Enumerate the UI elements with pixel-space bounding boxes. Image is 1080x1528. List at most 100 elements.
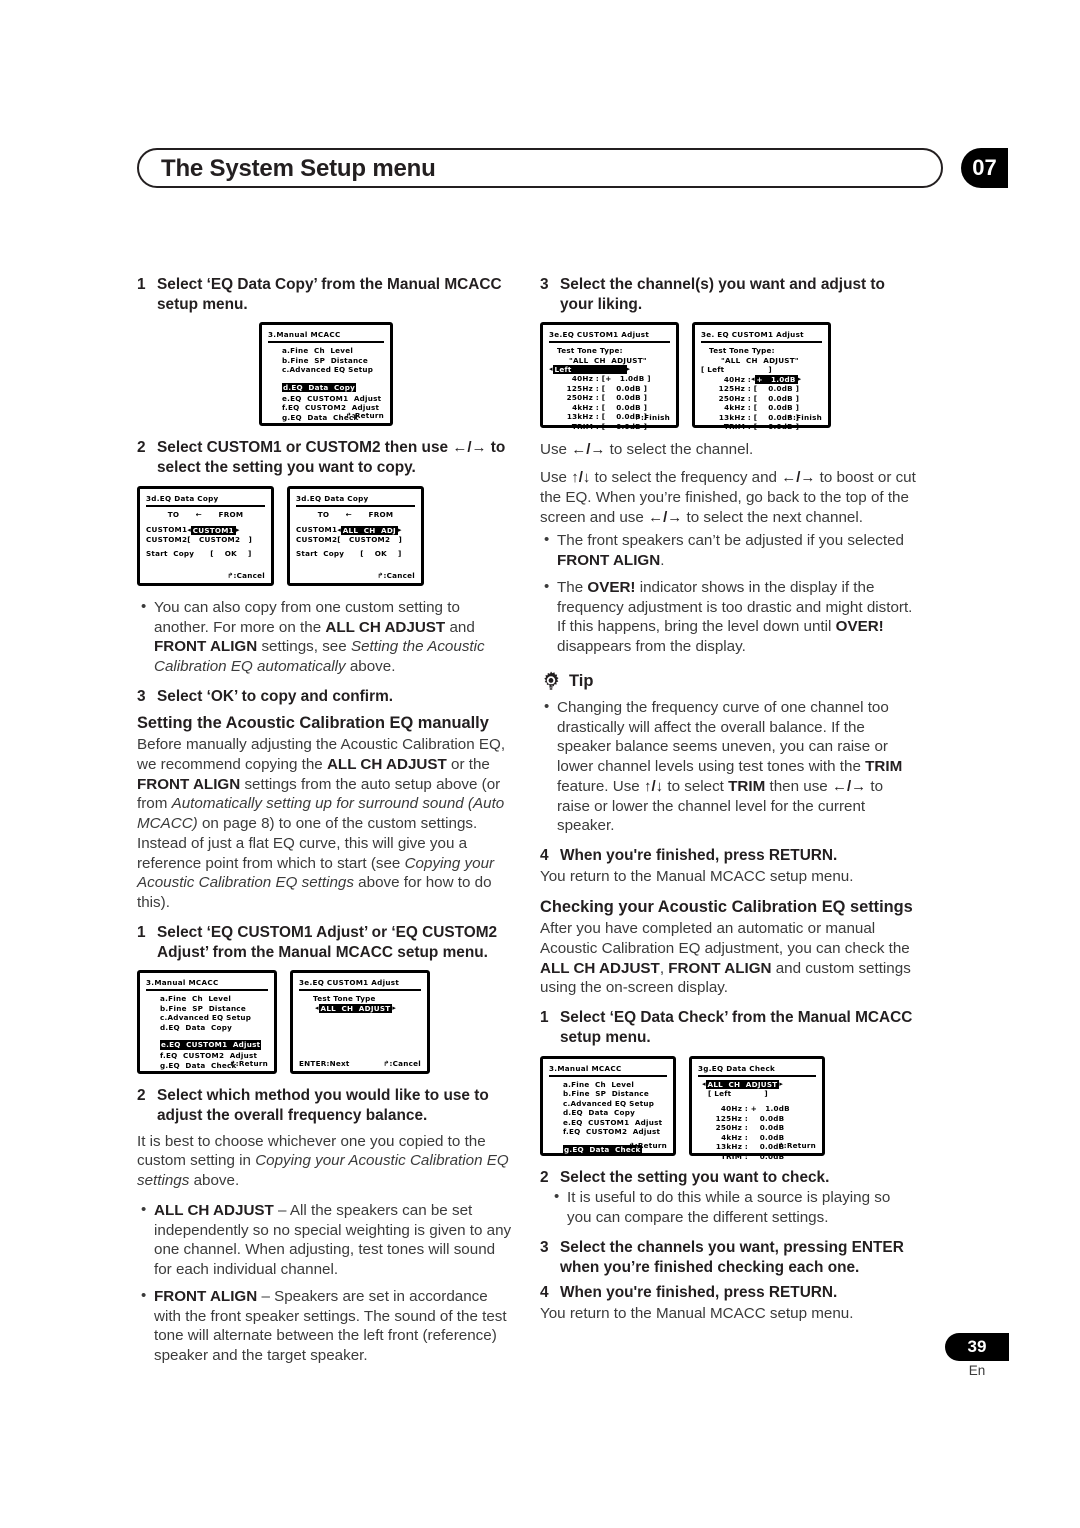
lcd-menu-item: b.Fine SP Distance <box>282 355 368 365</box>
right-column: 3 Select the channel(s) you want and adju… <box>540 275 918 1334</box>
step-number: 3 <box>540 276 549 293</box>
step-1-select-eq-custom-adjust: 1 Select ‘EQ CUSTOM1 Adjust’ or ‘EQ CUSTO… <box>137 923 515 962</box>
text: disappears from the display. <box>557 638 746 656</box>
step-number: 2 <box>137 439 146 457</box>
left-right-arrow-icon: ←/→ <box>831 777 867 795</box>
text: , <box>659 959 669 977</box>
step-text: Select the setting you want to check. <box>560 1168 830 1186</box>
lcd-footer-cancel: ↱:Cancel <box>377 570 415 580</box>
lcd-eq-row: 125Hz : [ 0.0dB ] <box>563 384 670 394</box>
figure-custom1-adjust-pair: 3.Manual MCACC a.Fine Ch Level b.Fine SP… <box>137 970 515 1075</box>
lcd-eq-freq: 13kHz : <box>715 1142 748 1152</box>
bullet-all-ch-adjust: ALL CH ADJUST – All the speakers can be … <box>137 1200 515 1280</box>
lcd-eq-freq: 4kHz : <box>572 402 599 412</box>
lcd-divider <box>296 504 415 507</box>
bullet-front-speakers-note: The front speakers can’t be adjusted if … <box>540 530 918 571</box>
lcd-row-custom2: CUSTOM2 [ CUSTOM2 ] <box>146 535 265 545</box>
text: and <box>445 618 475 636</box>
text: Changing the frequency curve of one chan… <box>557 698 889 776</box>
paragraph-choose-method: It is best to choose whichever one you c… <box>137 1132 515 1191</box>
lcd-eq-row: 250Hz : [ 0.0dB ] <box>563 393 670 403</box>
term-trim: TRIM <box>865 758 903 776</box>
term-front-align: FRONT ALIGN <box>668 959 772 977</box>
step-number: 3 <box>540 1238 549 1256</box>
lcd-row-label: Start Copy <box>146 549 195 559</box>
lcd-eq-row: TRIM : [ 0.0dB ] <box>563 422 670 432</box>
lcd-divider <box>268 341 384 344</box>
step-text: Select ‘EQ CUSTOM1 Adjust’ or ‘EQ CUSTOM… <box>157 923 498 961</box>
lcd-eq-value: 0.0dB <box>759 1151 785 1161</box>
term-front-align: FRONT ALIGN <box>154 638 258 656</box>
text: to select <box>663 777 729 795</box>
lcd-eq-value: [ 0.0dB ] <box>601 393 648 403</box>
page-header: The System Setup menu <box>137 148 943 188</box>
text: above. <box>345 658 396 676</box>
term-over-indicator: OVER! <box>835 618 884 636</box>
lcd-row-custom1: CUSTOM1 ◂ ALL CH ADJ ▸ <box>296 525 415 535</box>
lcd-eq-row: 4kHz : [ 0.0dB ] <box>563 403 670 413</box>
lcd-eq-value: [ 0.0dB ] <box>753 384 800 394</box>
step-text: Select the channels you want, pressing E… <box>560 1238 904 1276</box>
lcd-row-test-tone-value: ◂ ALL CH ADJUST ▸ <box>299 1003 421 1013</box>
term-front-align: FRONT ALIGN <box>154 1287 258 1305</box>
lcd-footer-return: ↱:Return <box>628 1140 667 1150</box>
left-right-arrow-icon: ←/→ <box>781 469 816 487</box>
bullet-list-methods: ALL CH ADJUST – All the speakers can be … <box>137 1200 515 1366</box>
lcd-eq-value: 0.0dB <box>759 1113 785 1123</box>
lcd-eq-value: [ 0.0dB ] <box>601 383 648 393</box>
heading-checking-eq-settings: Checking your Acoustic Calibration EQ se… <box>540 897 913 916</box>
lcd-eq-freq: 125Hz : <box>715 1113 748 1123</box>
lcd-eq-freq: 125Hz : <box>566 383 599 393</box>
lcd-divider <box>299 989 421 992</box>
lcd-eq-row: 250Hz : [ 0.0dB ] <box>715 394 822 404</box>
step-text: Select ‘EQ Data Copy’ from the Manual MC… <box>157 276 502 313</box>
step-number: 1 <box>137 276 146 293</box>
lcd-divider <box>549 341 670 344</box>
bullet-list-copy-note: You can also copy from one custom settin… <box>137 597 515 677</box>
lcd-eq-freq: 125Hz : <box>718 384 751 394</box>
lcd-eq-row: TRIM : 0.0dB <box>712 1152 816 1162</box>
lcd-eq-freq: 13kHz : <box>718 412 751 422</box>
lcd-eq-value: [ 0.0dB ] <box>601 402 648 412</box>
bullet-over-indicator-note: The OVER! indicator shows in the display… <box>540 577 918 657</box>
lcd-eq-value: [ 0.0dB ] <box>753 422 800 432</box>
lcd-screen-eq-custom1-adjust-channel: 3e.EQ CUSTOM1 Adjust Test Tone Type: "AL… <box>540 322 679 431</box>
lcd-channel: [ Left ] <box>708 1088 768 1098</box>
step-3-select-channels-enter: 3 Select the channels you want, pressing … <box>540 1238 918 1277</box>
lightbulb-icon <box>544 671 559 690</box>
text: After you have completed an automatic or… <box>540 920 910 957</box>
lcd-ok-value: [ OK ] <box>360 549 402 559</box>
term-front-align: FRONT ALIGN <box>557 552 661 570</box>
heading-setting-eq-manually: Setting the Acoustic Calibration EQ manu… <box>137 713 489 732</box>
lcd-eq-freq: 4kHz : <box>724 403 751 413</box>
lcd-eq-row: 4kHz : [ 0.0dB ] <box>715 403 822 413</box>
lcd-menu-item: a.Fine Ch Level <box>563 1079 635 1089</box>
step-text-a: Select CUSTOM1 or CUSTOM2 then use <box>157 439 453 457</box>
right-arrow-icon: ▸ <box>392 1003 396 1012</box>
bullet-tip-trim: Changing the frequency curve of one chan… <box>540 697 918 836</box>
lcd-value-test-tone-type: "ALL CH ADJUST" <box>721 355 799 365</box>
step-text: Select ‘OK’ to copy and confirm. <box>157 687 394 705</box>
bullet-copy-from-custom: You can also copy from one custom settin… <box>137 597 515 677</box>
step-number: 4 <box>540 847 549 865</box>
lcd-divider <box>146 989 268 992</box>
step-2-select-method: 2 Select which method you would like to u… <box>137 1086 515 1125</box>
lcd-eq-freq: TRIM : <box>571 421 599 431</box>
lcd-row-label: CUSTOM2 <box>296 534 338 544</box>
lcd-title: 3d.EQ Data Copy <box>146 493 219 503</box>
lcd-menu-item: f.EQ CUSTOM2 Adjust <box>563 1127 661 1137</box>
lcd-footer-finish: ↱:Finish <box>634 413 670 423</box>
tip-label: Tip <box>569 672 594 691</box>
lcd-footer-cancel: ↱:Cancel <box>383 1059 421 1069</box>
lcd-footer-return: ↱:Return <box>777 1140 816 1150</box>
lcd-eq-row-selected: 40Hz : ◂ + 1.0dB ▸ <box>715 375 822 385</box>
lcd-row-label: Start Copy <box>296 549 345 559</box>
lcd-row-label: CUSTOM2 <box>146 534 188 544</box>
lcd-setting-selected: ALL CH ADJUST <box>705 1079 780 1089</box>
left-right-arrow-icon: ←/→ <box>648 508 683 526</box>
paragraph-use-channel: Use ←/→ to select the channel. <box>540 440 918 460</box>
step-3-select-channels: 3 Select the channel(s) you want and adju… <box>540 275 918 314</box>
paragraph-checking-intro: After you have completed an automatic or… <box>540 919 918 998</box>
lcd-menu-item-selected: e.EQ CUSTOM1 Adjust <box>160 1040 262 1050</box>
lcd-divider <box>146 504 265 507</box>
